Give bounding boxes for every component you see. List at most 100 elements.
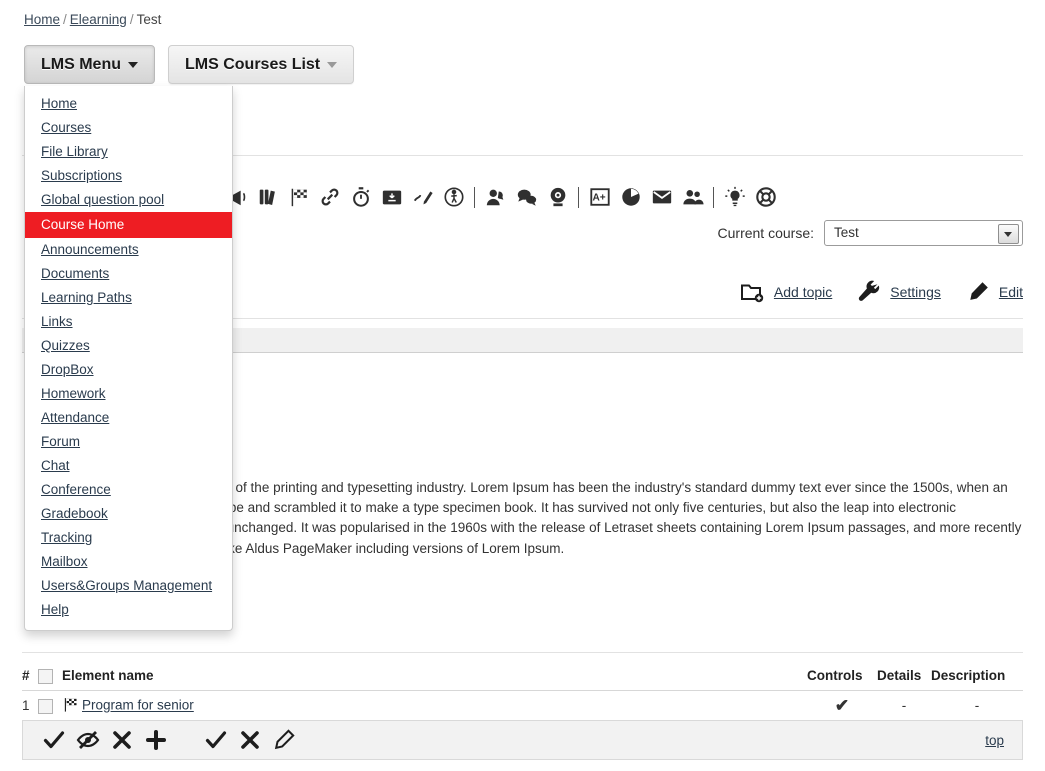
menu-item-help[interactable]: Help [25,598,232,622]
chat-icon[interactable] [511,182,542,212]
current-course-bar: Current course: Test [718,220,1023,246]
top-button-bar: LMS Menu LMS Courses List [24,45,355,85]
toolbar-separator-2 [469,185,480,209]
menu-item-gradebook[interactable]: Gradebook [25,502,232,526]
row-checkbox[interactable] [38,698,53,714]
table-row: 1 Program for senior ✔ - - [22,690,1023,720]
pencil-icon [963,278,993,306]
tracking-pie-icon[interactable] [615,182,646,212]
menu-item-file-library[interactable]: File Library [25,140,232,164]
menu-item-tracking[interactable]: Tracking [25,526,232,550]
menu-item-quizzes[interactable]: Quizzes [25,334,232,358]
bottom-icon-group [23,725,301,755]
add-folder-icon [738,278,768,306]
menu-item-conference[interactable]: Conference [25,478,232,502]
chevron-down-icon [128,61,138,68]
menu-item-global-question-pool[interactable]: Global question pool [25,188,232,212]
wrench-icon [854,278,884,306]
attendance-walk-icon[interactable] [438,182,469,212]
link-icon[interactable] [314,182,345,212]
menu-item-home[interactable]: Home [25,92,232,116]
menu-item-chat[interactable]: Chat [25,454,232,478]
row-description: - [974,698,980,714]
toolbar-separator-4 [708,185,719,209]
check-icon[interactable] [37,725,71,755]
row-num: 1 [22,698,30,714]
menu-item-links[interactable]: Links [25,310,232,334]
chevron-down-icon-select[interactable] [998,224,1019,244]
toolbar-separator-3 [573,185,584,209]
row-details: - [901,698,907,714]
cross-icon[interactable] [105,725,139,755]
edit-action[interactable]: Edit [963,278,1023,306]
settings-label: Settings [890,284,941,300]
dropbox-inbox-icon[interactable] [376,182,407,212]
users-groups-icon[interactable] [677,182,708,212]
edit-label: Edit [998,284,1023,300]
select-all-checkbox[interactable] [38,668,53,684]
current-course-label: Current course: [717,225,814,241]
menu-item-courses[interactable]: Courses [25,116,232,140]
breadcrumb: Home / Elearning / Test [24,12,161,27]
breadcrumb-separator-2: / [129,12,134,27]
menu-item-users-groups-management[interactable]: Users&Groups Management [25,574,232,598]
check-icon-2[interactable] [199,725,233,755]
top-link[interactable]: top [985,733,1004,748]
add-topic-action[interactable]: Add topic [738,278,832,306]
pencil-icon-bottom[interactable] [267,725,301,755]
help-bulb-icon[interactable] [719,182,750,212]
stopwatch-icon[interactable] [345,182,376,212]
header-select-all [38,666,62,691]
checkered-flag-icon-row [62,696,82,716]
lms-courses-list-button-label: LMS Courses List [185,56,321,73]
lms-courses-list-button[interactable]: LMS Courses List [168,45,355,84]
menu-item-homework[interactable]: Homework [25,382,232,406]
header-description: Description [931,666,1023,691]
lms-menu-button-label: LMS Menu [41,56,121,73]
row-controls[interactable]: ✔ [807,690,877,720]
homework-pen-icon[interactable] [407,182,438,212]
menu-item-learning-paths[interactable]: Learning Paths [25,286,232,310]
add-topic-label: Add topic [773,284,833,300]
current-course-select[interactable]: Test [824,220,1023,246]
menu-item-course-home[interactable]: Course Home [25,212,232,238]
header-element-name: Element name [62,666,807,691]
mailbox-icon[interactable] [646,182,677,212]
row-name-cell: Program for senior [62,690,807,720]
header-controls: Controls [807,666,877,691]
header-details: Details [877,666,931,691]
cross-icon-2[interactable] [233,725,267,755]
breadcrumb-item-elearning[interactable]: Elearning [70,12,127,27]
course-action-bar: Add topic Settings Edit [716,278,1023,306]
settings-action[interactable]: Settings [854,278,941,306]
checkered-flag-icon[interactable] [283,182,314,212]
svg-text:A+: A+ [592,193,605,204]
bottom-right-links: top [985,733,1022,748]
table-header-row: # Element name Controls Details Descript… [22,666,1023,691]
lifebuoy-icon[interactable] [750,182,781,212]
webcam-icon[interactable] [542,182,573,212]
forum-icon[interactable] [480,182,511,212]
current-course-value: Test [834,225,859,240]
menu-item-dropbox[interactable]: DropBox [25,358,232,382]
row-name-link[interactable]: Program for senior [82,698,194,713]
menu-item-attendance[interactable]: Attendance [25,406,232,430]
header-num: # [22,666,38,691]
bottom-action-bar: top [22,720,1023,760]
menu-item-subscriptions[interactable]: Subscriptions [25,164,232,188]
lms-menu-button[interactable]: LMS Menu [24,45,155,84]
menu-item-mailbox[interactable]: Mailbox [25,550,232,574]
plus-icon[interactable] [139,725,173,755]
lms-menu-dropdown: Home Courses File Library Subscriptions … [24,86,233,631]
menu-item-forum[interactable]: Forum [25,430,232,454]
breadcrumb-item-test: Test [136,12,162,27]
element-table: # Element name Controls Details Descript… [22,666,1023,720]
breadcrumb-item-home[interactable]: Home [24,12,60,27]
divider-lower [22,652,1023,653]
menu-item-documents[interactable]: Documents [25,262,232,286]
books-icon[interactable] [252,182,283,212]
page-root: Home / Elearning / Test LMS Menu LMS Courses … [0,0,1045,771]
gradebook-icon[interactable]: A+ [584,182,615,212]
hide-eye-icon[interactable] [71,725,105,755]
menu-item-announcements[interactable]: Announcements [25,238,232,262]
